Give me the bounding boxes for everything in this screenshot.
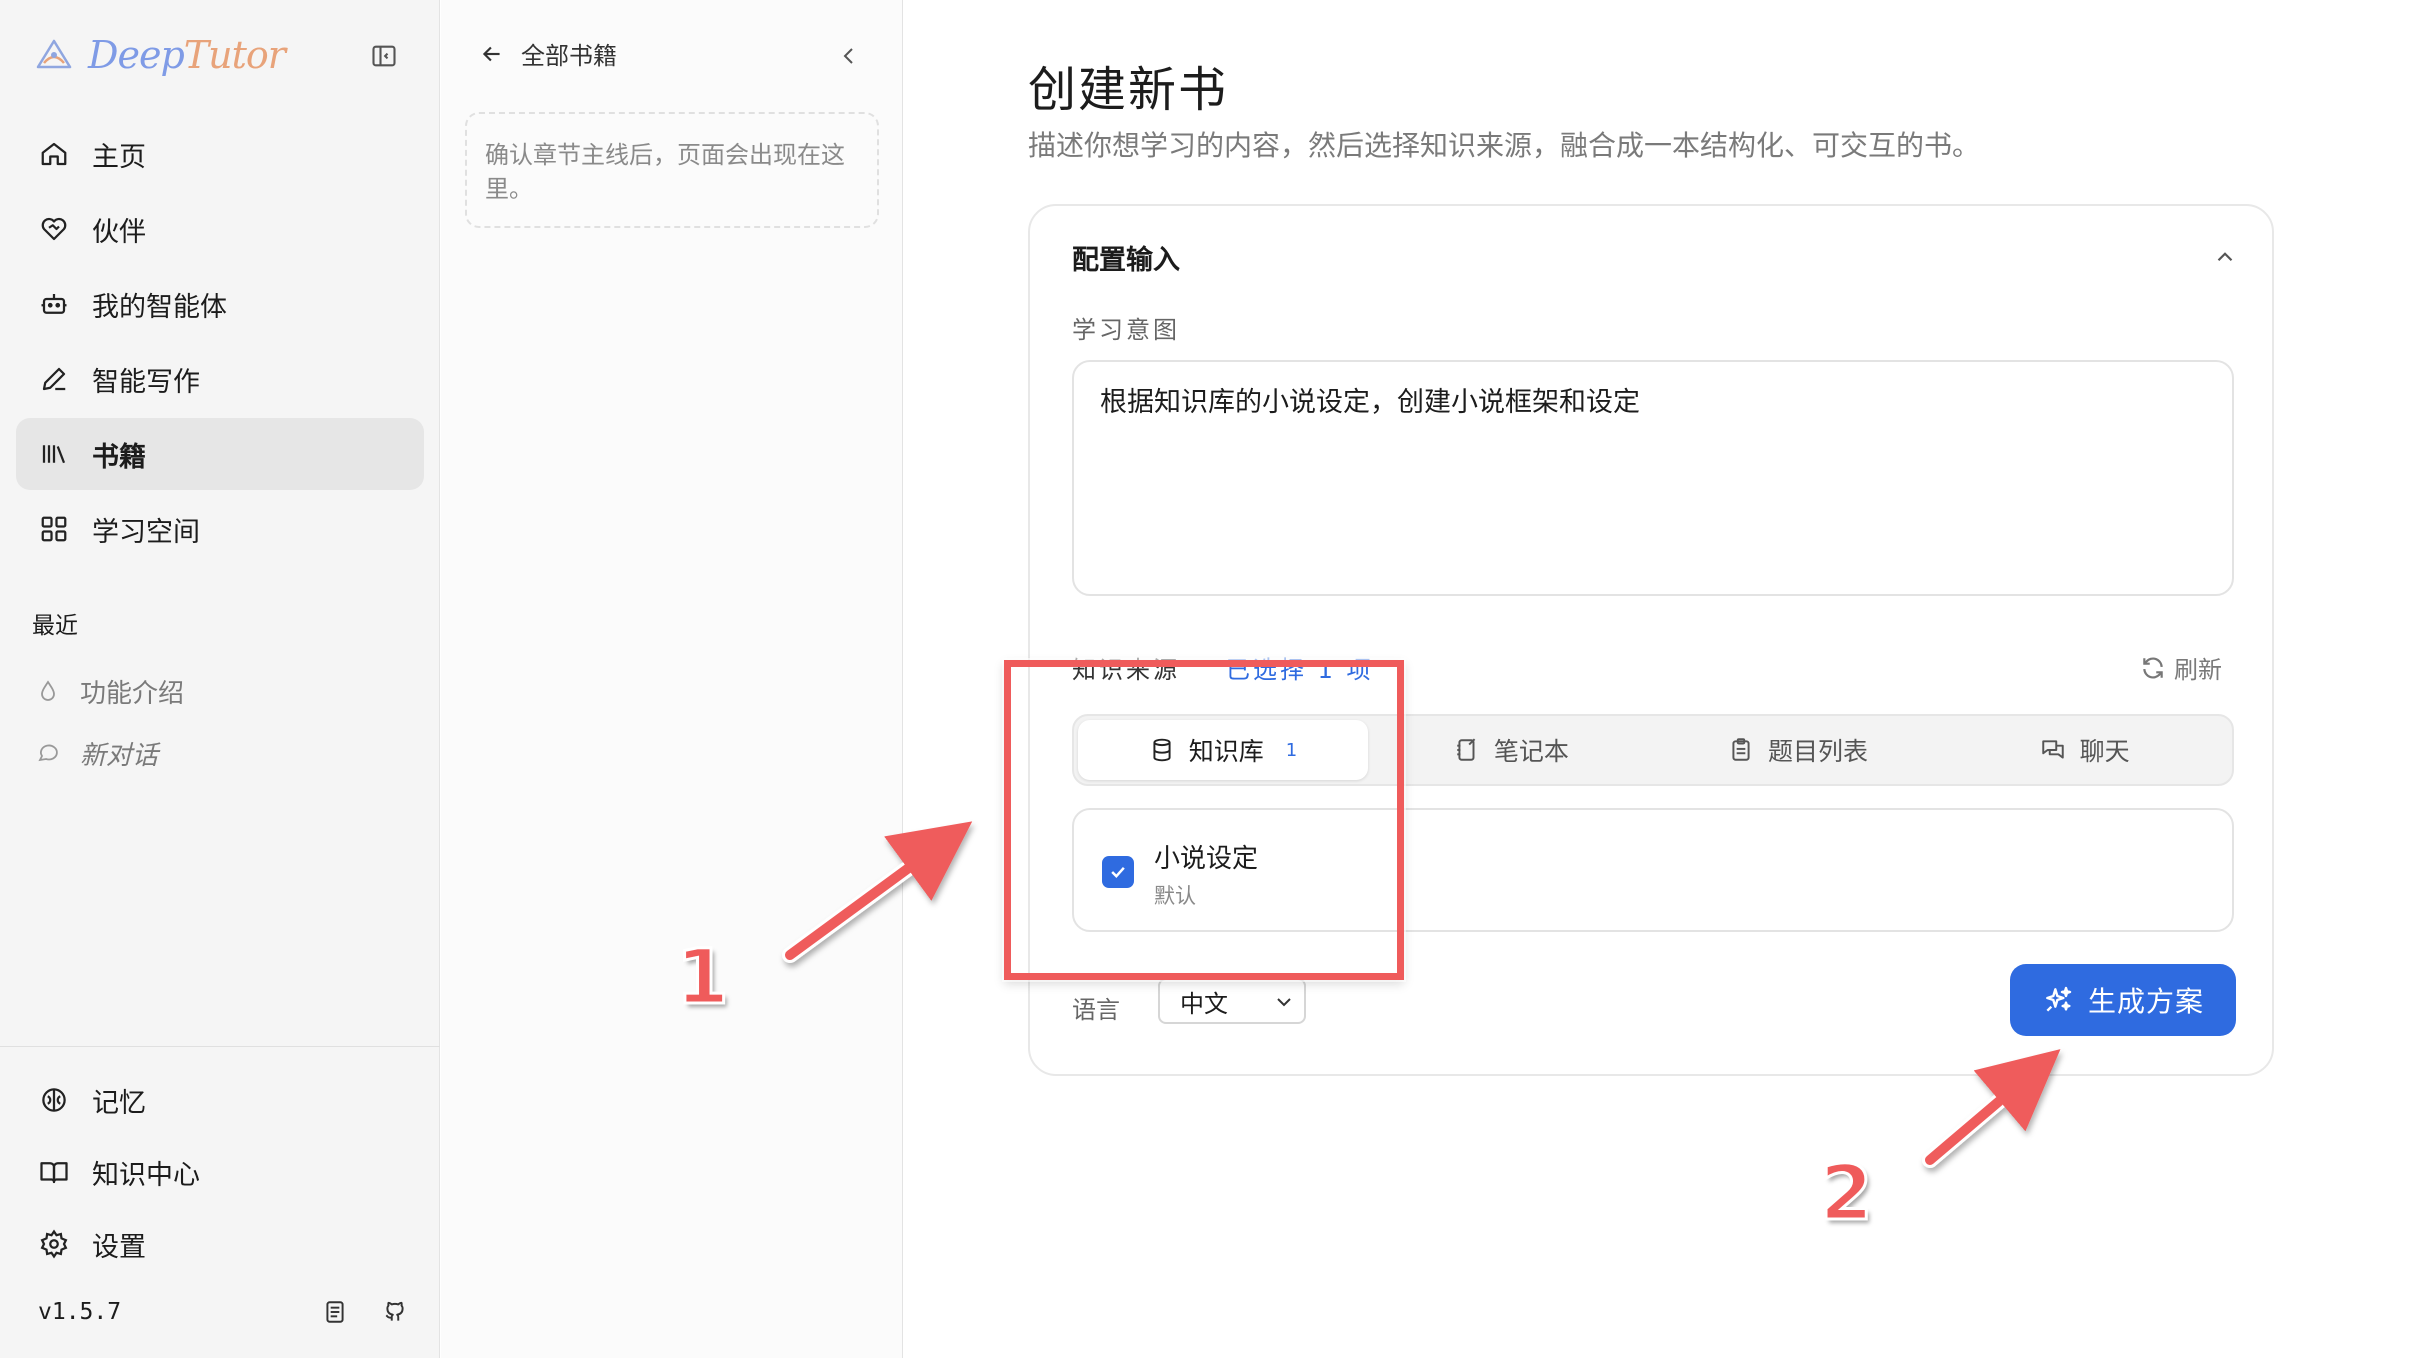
nav-item-label: 书籍 [92,441,146,473]
brand-logo-icon [36,39,72,69]
recent-item-label: 新对话 [80,740,159,771]
intent-textarea[interactable]: 根据知识库的小说设定，创建小说框架和设定 [1072,360,2234,596]
nav-item-label: 主页 [92,141,146,173]
annotation-number-2: 2 [1819,1147,1875,1239]
refresh-label: 刷新 [2174,656,2222,684]
book-open-icon [38,1156,70,1188]
tab-question-list[interactable]: 题目列表 [1655,720,1942,780]
recent-list: 功能介绍 新对话 [34,660,184,784]
nav-item-label: 设置 [92,1231,146,1263]
intent-label: 学习意图 [1072,316,1180,344]
main-nav: 主页 伙伴 我的智能体 智能写作 书籍 学习空间 [16,118,424,568]
nav-item-label: 伙伴 [92,216,146,248]
tab-label: 笔记本 [1493,737,1569,766]
chevron-up-icon[interactable] [2212,244,2238,270]
grid-icon [38,513,70,545]
nav-item-home[interactable]: 主页 [16,118,424,190]
pen-icon [38,363,70,395]
arrow-left-icon [479,40,507,68]
sparkles-icon [2046,986,2072,1012]
generate-plan-button[interactable]: 生成方案 [2010,964,2236,1036]
tab-notebook[interactable]: 笔记本 [1368,720,1655,780]
chat-icon [34,739,62,767]
version-label: v1.5.7 [38,1299,122,1325]
card-title: 配置输入 [1072,245,1180,276]
back-to-all-books-link[interactable]: 全部书籍 [479,36,617,71]
heart-handshake-icon [38,213,70,245]
recent-item-label: 功能介绍 [80,678,185,709]
tab-label: 聊天 [2079,737,2130,766]
nav-item-label: 我的智能体 [92,291,227,323]
nav-item-knowledge-center[interactable]: 知识中心 [16,1136,424,1208]
brand-name: DeepTutor [88,33,286,77]
drop-icon [34,677,62,705]
nav-item-my-agents[interactable]: 我的智能体 [16,268,424,340]
chevron-down-icon [1277,998,1291,1007]
nav-item-settings[interactable]: 设置 [16,1208,424,1280]
brain-icon [38,1084,70,1116]
library-icon [38,438,70,470]
home-icon [38,138,70,170]
nav-item-label: 知识中心 [92,1159,200,1191]
recent-item-new-chat[interactable]: 新对话 [34,722,184,784]
nav-item-smart-writing[interactable]: 智能写作 [16,343,424,415]
tab-chat[interactable]: 聊天 [1941,720,2228,780]
brand[interactable]: DeepTutor [32,30,286,80]
book-list-panel: 全部书籍 确认章节主线后，页面会出现在这里。 [441,0,903,1358]
refresh-icon [2143,656,2163,679]
nav-item-label: 学习空间 [92,516,200,548]
tab-label: 题目列表 [1768,737,1869,766]
sidebar: DeepTutor 主页 伙伴 我的智能体 智能写作 书籍 学习空间 最近 功能… [0,0,440,1358]
collapse-panel-chevron-icon[interactable] [837,44,861,68]
docs-icon[interactable] [320,1297,350,1327]
github-icon[interactable] [380,1297,410,1327]
notebook-icon [1454,736,1482,764]
bottom-nav: 记忆 知识中心 设置 [16,1064,424,1280]
back-label: 全部书籍 [521,42,617,70]
bot-icon [38,288,70,320]
nav-item-books[interactable]: 书籍 [16,418,424,490]
version-row: v1.5.7 [38,1292,408,1332]
annotation-highlight-box [1004,660,1404,980]
language-select[interactable]: 中文 [1158,978,1306,1024]
app-window: DeepTutor 主页 伙伴 我的智能体 智能写作 书籍 学习空间 最近 功能… [0,0,2422,1358]
nav-item-learning-space[interactable]: 学习空间 [16,493,424,565]
generate-plan-label: 生成方案 [2087,985,2204,1018]
language-label: 语言 [1072,996,1120,1024]
sidebar-collapse-icon[interactable] [368,40,400,72]
language-value: 中文 [1180,989,1228,1018]
nav-item-partner[interactable]: 伙伴 [16,193,424,265]
sidebar-divider [0,1046,440,1047]
page-description: 描述你想学习的内容，然后选择知识来源，融合成一本结构化、可交互的书。 [1028,129,1981,162]
gear-icon [38,1228,70,1260]
annotation-number-1: 1 [675,931,731,1023]
nav-item-label: 智能写作 [92,366,200,398]
page-title: 创建新书 [1028,62,1229,118]
refresh-button[interactable]: 刷新 [2140,650,2222,685]
chat-icon [2040,736,2068,764]
recent-item-feature-intro[interactable]: 功能介绍 [34,660,184,722]
recent-section-title: 最近 [32,613,78,639]
chapter-hint-box: 确认章节主线后，页面会出现在这里。 [465,112,879,228]
clipboard-icon [1728,736,1756,764]
nav-item-label: 记忆 [92,1087,146,1119]
nav-item-memory[interactable]: 记忆 [16,1064,424,1136]
